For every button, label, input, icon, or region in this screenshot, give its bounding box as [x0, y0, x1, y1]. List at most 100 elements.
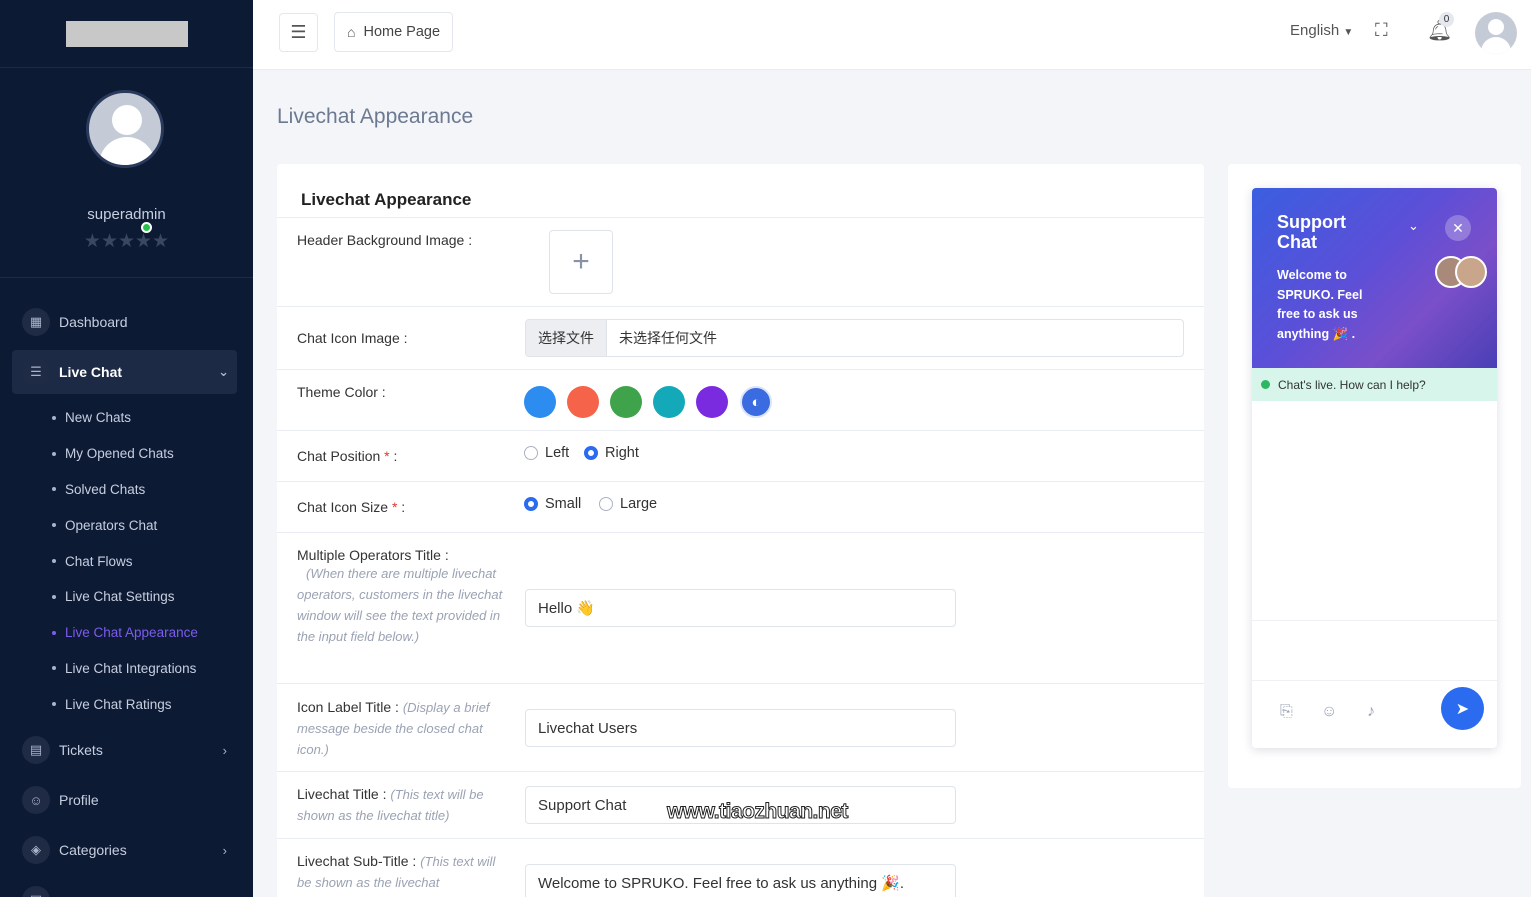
radio-label: Left: [545, 445, 570, 461]
chat-messages: [1252, 401, 1497, 621]
sidebar-item-tickets[interactable]: ▤ Tickets ›: [0, 728, 253, 772]
sub-label: My Opened Chats: [65, 446, 174, 462]
caret-down-icon: ▼: [1343, 27, 1354, 38]
chat-position-label: Chat Position * :: [297, 448, 398, 464]
close-icon[interactable]: ✕: [1445, 215, 1471, 241]
header-bg-upload[interactable]: +: [549, 230, 613, 294]
chat-icon-label: Chat Icon Image :: [297, 330, 408, 346]
theme-color-label: Theme Color :: [297, 384, 386, 400]
chevron-right-icon: ›: [222, 842, 227, 858]
position-left-radio[interactable]: Left: [524, 445, 569, 461]
sidebar-subitem-live-chat-appearance[interactable]: Live Chat Appearance: [52, 615, 253, 651]
choose-file-button[interactable]: 选择文件: [526, 320, 607, 356]
radio-label: Small: [545, 496, 582, 512]
sidebar-item-label: Profile: [59, 792, 99, 809]
ticket-icon: ▤: [22, 736, 50, 765]
header-bg-label: Header Background Image :: [297, 232, 473, 248]
categories-icon: ◈: [22, 836, 50, 865]
icon-label-input[interactable]: Livechat Users: [525, 709, 956, 747]
sidebar-subitem-live-chat-settings[interactable]: Live Chat Settings: [52, 579, 253, 615]
live-chat-submenu: New Chats My Opened Chats Solved Chats O…: [0, 400, 253, 722]
online-dot: [1261, 380, 1270, 389]
sidebar-subitem-chat-flows[interactable]: Chat Flows: [52, 543, 253, 579]
sidebar-item-label: Dashboard: [59, 314, 128, 330]
page-title: Livechat Appearance: [277, 105, 474, 128]
chevron-down-icon[interactable]: ⌄: [1408, 218, 1419, 234]
livechat-title-label: Livechat Title :: [297, 786, 387, 802]
user-icon: ☺: [22, 786, 50, 815]
sub-label: Live Chat Settings: [65, 589, 175, 605]
size-large-radio[interactable]: Large: [599, 496, 657, 512]
radio-label: Right: [605, 445, 639, 461]
sidebar-item-dashboard[interactable]: ▦ Dashboard: [0, 300, 253, 344]
agent-avatar: [1455, 256, 1487, 288]
theme-swatch-purple[interactable]: [696, 386, 728, 418]
theme-swatch-orange[interactable]: [567, 386, 599, 418]
sidebar-item-categories[interactable]: ◈ Categories ›: [0, 828, 253, 872]
livechat-subtitle-input[interactable]: Welcome to SPRUKO. Feel free to ask us a…: [525, 864, 956, 897]
sidebar-item-live-chat[interactable]: ☰ Live Chat ⌄: [12, 350, 237, 394]
multi-ops-hint: (When there are multiple livechat operat…: [297, 566, 503, 644]
appearance-form-card: Livechat Appearance Header Background Im…: [277, 164, 1204, 897]
size-small-radio[interactable]: Small: [524, 496, 581, 512]
sidebar-profile: superadmin ★★★★★: [0, 68, 253, 278]
dashboard-icon: ▦: [22, 308, 50, 336]
livechat-subtitle-block: Livechat Sub-Title : (This text will be …: [297, 851, 507, 893]
palette-icon: ◐: [751, 393, 761, 411]
home-icon: ⌂: [347, 24, 356, 40]
sidebar-subitem-solved-chats[interactable]: Solved Chats: [52, 472, 253, 508]
home-page-button[interactable]: ⌂ Home Page: [334, 12, 454, 52]
send-icon: ➤: [1455, 700, 1470, 718]
chat-subtitle: Welcome to SPRUKO. Feel free to ask us a…: [1277, 268, 1363, 341]
chat-header: Support Chat Welcome to SPRUKO. Feel fre…: [1252, 188, 1497, 368]
custom-color-button[interactable]: ◐: [740, 386, 772, 418]
sidebar-nav: ▦ Dashboard ☰ Live Chat ⌄ New Chats My O…: [0, 300, 253, 897]
avatar[interactable]: [86, 90, 164, 168]
menu-toggle-button[interactable]: ☰: [279, 13, 318, 52]
chat-status-bar: Chat's live. How can I help?: [1252, 368, 1497, 401]
chat-message-input[interactable]: [1252, 621, 1497, 681]
fullscreen-icon[interactable]: ⛶: [1375, 20, 1388, 41]
user-name: superadmin: [87, 206, 166, 223]
chat-status-text: Chat's live. How can I help?: [1278, 377, 1426, 392]
language-select[interactable]: English ▼: [1290, 22, 1353, 39]
chat-icon-file-input[interactable]: 选择文件 未选择任何文件: [525, 319, 1184, 357]
language-label: English: [1290, 22, 1340, 39]
sidebar-subitem-new-chats[interactable]: New Chats: [52, 400, 253, 436]
emoji-icon[interactable]: ☺: [1321, 703, 1337, 721]
sidebar-subitem-live-chat-ratings[interactable]: Live Chat Ratings: [52, 686, 253, 722]
sidebar-subitem-live-chat-integrations[interactable]: Live Chat Integrations: [52, 651, 253, 687]
sidebar-subitem-operators-chat[interactable]: Operators Chat: [52, 507, 253, 543]
logo-placeholder: [65, 20, 188, 47]
icon-label-title: Icon Label Title :: [297, 699, 399, 715]
chat-icon: ☰: [22, 358, 50, 386]
livechat-subtitle-label: Livechat Sub-Title :: [297, 853, 417, 869]
sub-label: Live Chat Ratings: [65, 696, 172, 712]
sidebar-subitem-my-opened-chats[interactable]: My Opened Chats: [52, 436, 253, 472]
send-button[interactable]: ➤: [1441, 687, 1484, 730]
multi-ops-label-block: Multiple Operators Title : (When there a…: [297, 547, 507, 647]
chevron-right-icon: ›: [222, 742, 227, 758]
watermark: www.tiaozhuan.net: [667, 800, 849, 824]
logo[interactable]: [0, 0, 253, 68]
theme-swatch-blue[interactable]: [524, 386, 556, 418]
multi-ops-input[interactable]: Hello 👋: [525, 589, 956, 627]
sidebar-item-profile[interactable]: ☺ Profile: [0, 778, 253, 822]
sub-label: Solved Chats: [65, 481, 146, 497]
home-label: Home Page: [363, 24, 441, 40]
microphone-icon[interactable]: ♪: [1367, 703, 1375, 721]
attachment-icon[interactable]: ⎘: [1280, 703, 1293, 721]
chat-toolbar: ⎘ ☺ ♪ ➤: [1252, 681, 1497, 748]
theme-swatch-teal[interactable]: [653, 386, 685, 418]
sidebar-item-label: Tickets: [59, 742, 103, 759]
book-icon: ▣: [22, 886, 50, 897]
radio-label: Large: [620, 496, 658, 512]
chat-title: Support Chat: [1277, 212, 1346, 252]
sidebar-item-partial[interactable]: ▣: [0, 878, 253, 897]
header-avatar[interactable]: [1475, 12, 1517, 54]
card-title: Livechat Appearance: [301, 190, 472, 209]
chat-icon-size-label: Chat Icon Size * :: [297, 499, 406, 515]
theme-swatch-green[interactable]: [610, 386, 642, 418]
livechat-title-block: Livechat Title : (This text will be show…: [297, 784, 507, 826]
position-right-radio[interactable]: Right: [584, 445, 639, 461]
